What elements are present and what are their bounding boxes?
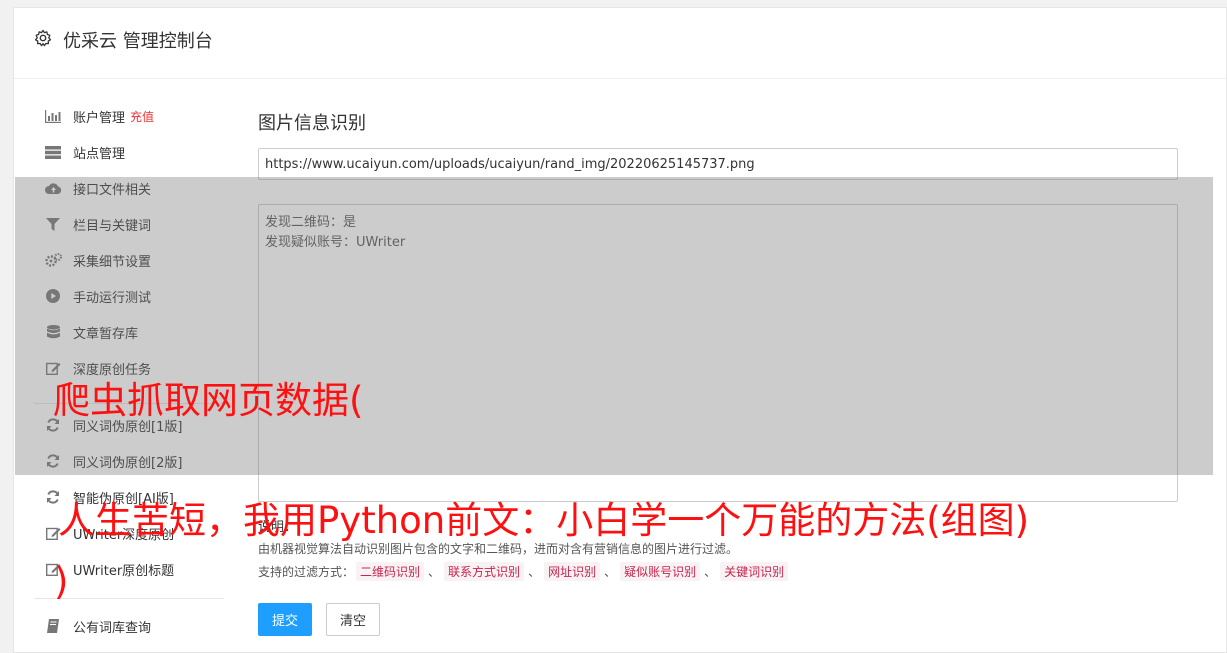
overlay-headline-line3: ) [54, 560, 69, 603]
bar-chart-icon [44, 109, 62, 123]
sidebar-item-label: 站点管理 [73, 146, 126, 162]
filter-separator: 、 [528, 565, 541, 579]
sidebar-item-label: UWriter原创标题 [73, 563, 175, 579]
filter-prefix: 支持的过滤方式： [258, 565, 355, 579]
filter-tag: 网址识别 [544, 562, 601, 581]
filter-tag: 二维码识别 [356, 562, 425, 581]
sidebar-item-sites[interactable]: 站点管理 [44, 142, 125, 162]
recharge-link[interactable]: 充值 [130, 108, 154, 125]
gray-overlay [15, 177, 1213, 475]
overlay-headline-line2: 人生苦短，我用Python前文：小白学一个万能的方法(组图) [58, 499, 1030, 542]
filter-tag: 联系方式识别 [444, 562, 525, 581]
sidebar-item-label: 公有词库查询 [73, 620, 152, 636]
filter-separator: 、 [704, 565, 717, 579]
filter-separator: 、 [604, 565, 617, 579]
filter-separator: 、 [428, 565, 441, 579]
overlay-headline-line1: 爬虫抓取网页数据( [53, 379, 364, 422]
image-url-input[interactable] [258, 148, 1178, 180]
sidebar-item-account[interactable]: 账户管理 充值 [44, 106, 154, 126]
gear-icon [34, 29, 52, 47]
filter-methods: 支持的过滤方式： 二维码识别 、 联系方式识别 、 网址识别 、 疑似账号识别 … [258, 562, 790, 581]
server-icon [44, 145, 62, 159]
filter-tag: 关键词识别 [720, 562, 789, 581]
filter-tag: 疑似账号识别 [620, 562, 701, 581]
submit-button[interactable]: 提交 [258, 603, 312, 636]
section-title: 图片信息识别 [258, 113, 366, 134]
clear-button[interactable]: 清空 [326, 603, 380, 636]
book-icon [44, 619, 62, 633]
sidebar-item-public-lexicon[interactable]: 公有词库查询 [44, 616, 151, 636]
sidebar-item-label: 账户管理 [73, 110, 126, 126]
page-title: 优采云 管理控制台 [63, 31, 213, 52]
